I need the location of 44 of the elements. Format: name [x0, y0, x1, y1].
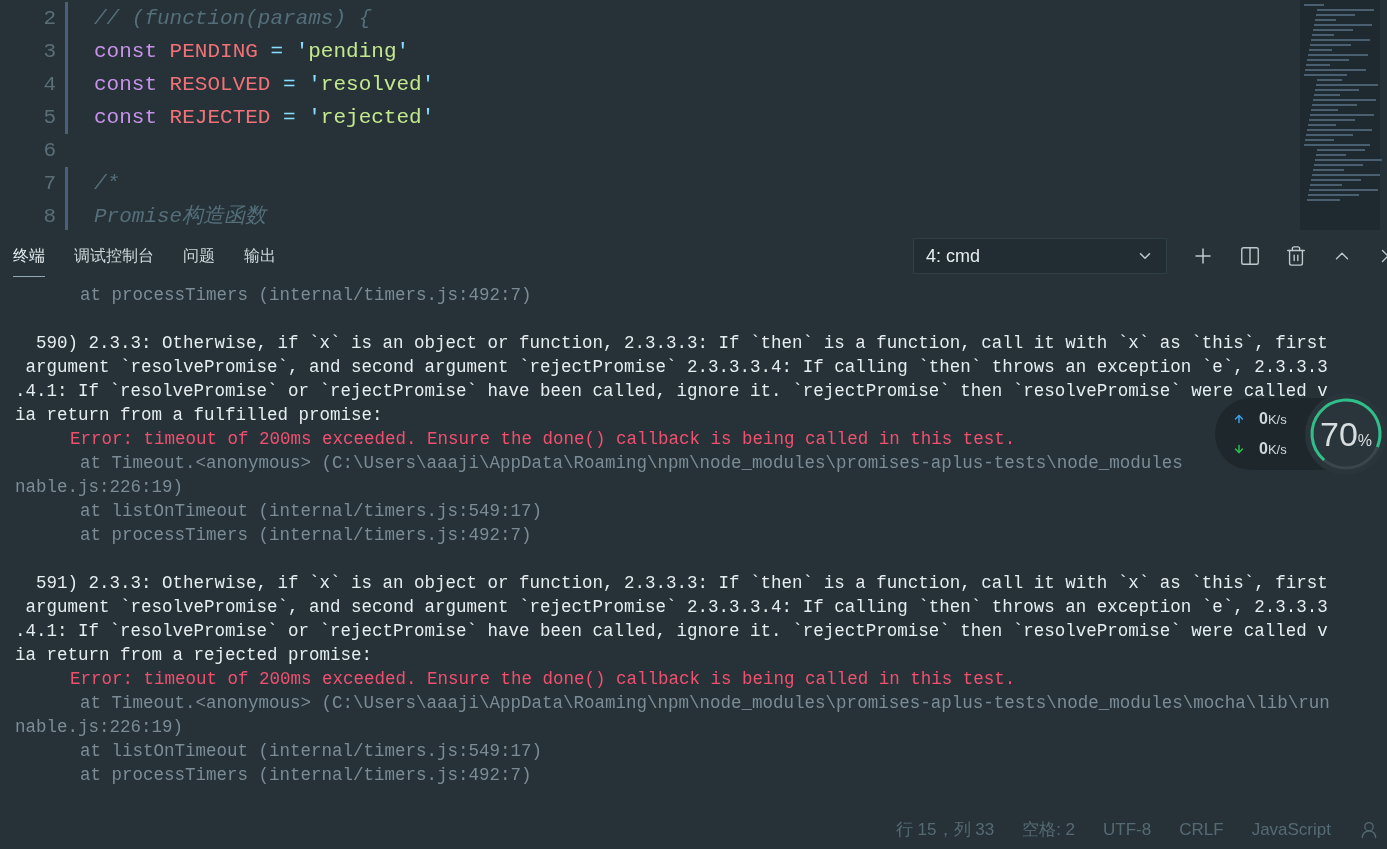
- terminal-line: argument `resolvePromise`, and second argument `rejectPromise` 2.3.3.3.4: If calling `then` throws an exception `e`, 2.3.3.3: [24, 357, 1328, 377]
- terminal-line: Error: timeout of 200ms exceeded. Ensure the done() callback is being called in this test.: [70, 429, 1016, 449]
- terminal-line: at processTimers (internal/timers.js:492:7): [80, 525, 532, 545]
- terminal-line: .4.1: If `resolvePromise` or `rejectPromise` have been called, ignore it. `rejectPromise` then `resolvePromise` were called v: [15, 381, 1328, 401]
- terminal-line: .4.1: If `resolvePromise` or `rejectPromise` have been called, ignore it. `rejectPromise` then `resolvePromise` were called v: [15, 621, 1328, 641]
- terminal-line: 590) 2.3.3: Otherwise, if `x` is an object or function, 2.3.3.3: If `then` is a function, call it with `x` as `this`, first: [36, 333, 1328, 353]
- code-line: // (function(params) {: [94, 5, 372, 32]
- panel-tab[interactable]: 输出: [244, 235, 276, 277]
- terminal-line: nable.js:226:19): [15, 477, 184, 497]
- terminal-line: nable.js:226:19): [15, 717, 184, 737]
- line-number: 7: [42, 170, 56, 197]
- terminal-line: Error: timeout of 200ms exceeded. Ensure the done() callback is being called in this test.: [70, 669, 1016, 689]
- code-line: const REJECTED = 'rejected': [94, 104, 435, 131]
- terminal-line: argument `resolvePromise`, and second argument `rejectPromise` 2.3.3.3.4: If calling `then` throws an exception `e`, 2.3.3.3: [24, 597, 1328, 617]
- terminal-line: ia return from a fulfilled promise:: [15, 405, 383, 425]
- code-line: Promise构造函数: [94, 203, 267, 230]
- terminal-line: at listOnTimeout (internal/timers.js:549:17): [80, 741, 543, 761]
- terminal-line: ia return from a rejected promise:: [15, 645, 373, 665]
- split-icon[interactable]: [1239, 245, 1261, 267]
- terminal-line: at Timeout.<anonymous> (C:\Users\aaaji\AppData\Roaming\npm\node_modules\promises-aplus-tests\node_modules\mocha\lib\run: [80, 693, 1330, 713]
- terminal-line: at listOnTimeout (internal/timers.js:549:17): [80, 501, 543, 521]
- code-line: /*: [94, 170, 120, 197]
- terminal-dropdown[interactable]: 4: cmd: [913, 238, 1167, 274]
- code-line: const RESOLVED = 'resolved': [94, 71, 435, 98]
- line-number: 4: [42, 71, 56, 98]
- code-line: const PENDING = 'pending': [94, 38, 410, 65]
- line-number: 8: [42, 203, 56, 230]
- line-number: 3: [42, 38, 56, 65]
- trash-icon[interactable]: [1285, 245, 1307, 267]
- terminal-line: at processTimers (internal/timers.js:492:7): [80, 765, 532, 785]
- usage-percent: 70%: [1319, 413, 1373, 455]
- download-speed: 0K/s: [1259, 439, 1287, 459]
- download-arrow-icon: [1233, 443, 1245, 455]
- upload-arrow-icon: [1233, 413, 1245, 425]
- panel-tab[interactable]: 终端: [13, 235, 45, 277]
- terminal-line: at Timeout.<anonymous> (C:\Users\aaaji\AppData\Roaming\npm\node_modules\promises-aplus-tests\node_modules: [80, 453, 1183, 473]
- panel-tab[interactable]: 问题: [183, 235, 215, 277]
- terminal-line: at processTimers (internal/timers.js:492:7): [80, 285, 532, 305]
- line-number: 5: [42, 104, 56, 131]
- line-number: 6: [42, 137, 56, 164]
- upload-speed: 0K/s: [1259, 409, 1287, 429]
- panel-tab[interactable]: 调试控制台: [74, 235, 154, 277]
- terminal-line: 591) 2.3.3: Otherwise, if `x` is an object or function, 2.3.3.3: If `then` is a function, call it with `x` as `this`, first: [36, 573, 1328, 593]
- line-number: 2: [42, 5, 56, 32]
